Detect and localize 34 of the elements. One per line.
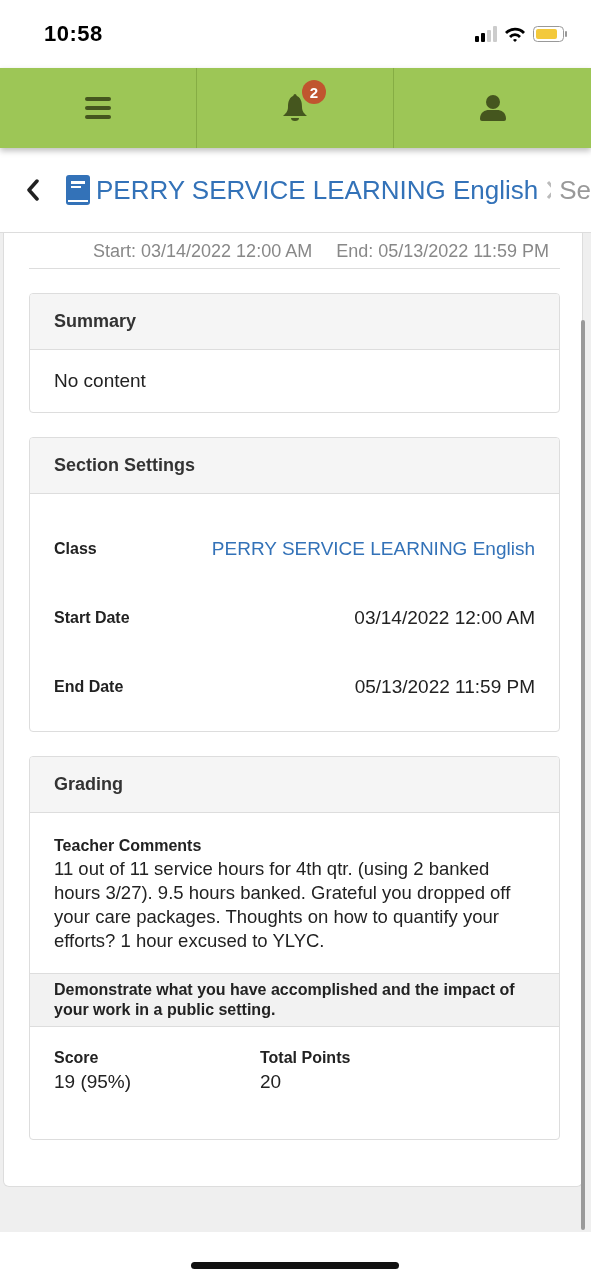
menu-icon — [85, 97, 111, 119]
person-icon — [479, 95, 506, 121]
criterion-text: Demonstrate what you have accomplished and the impact of your work in a public setting. — [30, 973, 559, 1027]
class-link[interactable]: PERRY SERVICE LEARNING English — [211, 537, 535, 560]
scrollbar[interactable] — [581, 320, 585, 1230]
book-icon — [66, 175, 90, 205]
total-points-label: Total Points — [260, 1049, 352, 1067]
card-header: Summary — [30, 294, 559, 350]
setting-label: End Date — [54, 677, 124, 696]
chevron-icon — [546, 180, 552, 200]
signal-icon — [475, 26, 497, 42]
wifi-icon — [504, 26, 526, 42]
card-header: Grading — [30, 757, 559, 813]
back-icon — [26, 179, 40, 201]
notification-badge: 2 — [302, 80, 326, 104]
breadcrumb-link[interactable]: PERRY SERVICE LEARNING English — [66, 174, 539, 206]
card-header: Section Settings — [30, 438, 559, 494]
battery-icon — [533, 26, 567, 42]
teacher-comment: 11 out of 11 service hours for 4th qtr. (using 2 banked hours 3/27). 9.5 hours banked. Grateful you dropped off your care packages. Thoughts on how to quantify your efforts? 1 hour excused to YLYC. — [53, 857, 512, 953]
breadcrumb-current: Se — [559, 174, 591, 206]
comments-label: Teacher Comments — [53, 836, 203, 856]
end-date-text: End: 05/13/2022 11:59 PM — [336, 240, 549, 262]
home-indicator[interactable] — [191, 1262, 399, 1269]
clock-time: 10:58 — [44, 21, 103, 47]
setting-label: Start Date — [54, 608, 130, 627]
score-value: 19 (95%) — [54, 1071, 133, 1093]
summary-text: No content — [53, 369, 147, 393]
setting-label: Class — [54, 539, 97, 558]
bell-icon — [282, 94, 308, 122]
score-label: Score — [54, 1049, 100, 1067]
total-points-value: 20 — [260, 1071, 283, 1093]
setting-value: 05/13/2022 11:59 PM — [354, 675, 535, 698]
start-date-text: Start: 03/14/2022 12:00 AM — [93, 240, 313, 262]
setting-value: 03/14/2022 12:00 AM — [354, 606, 535, 629]
